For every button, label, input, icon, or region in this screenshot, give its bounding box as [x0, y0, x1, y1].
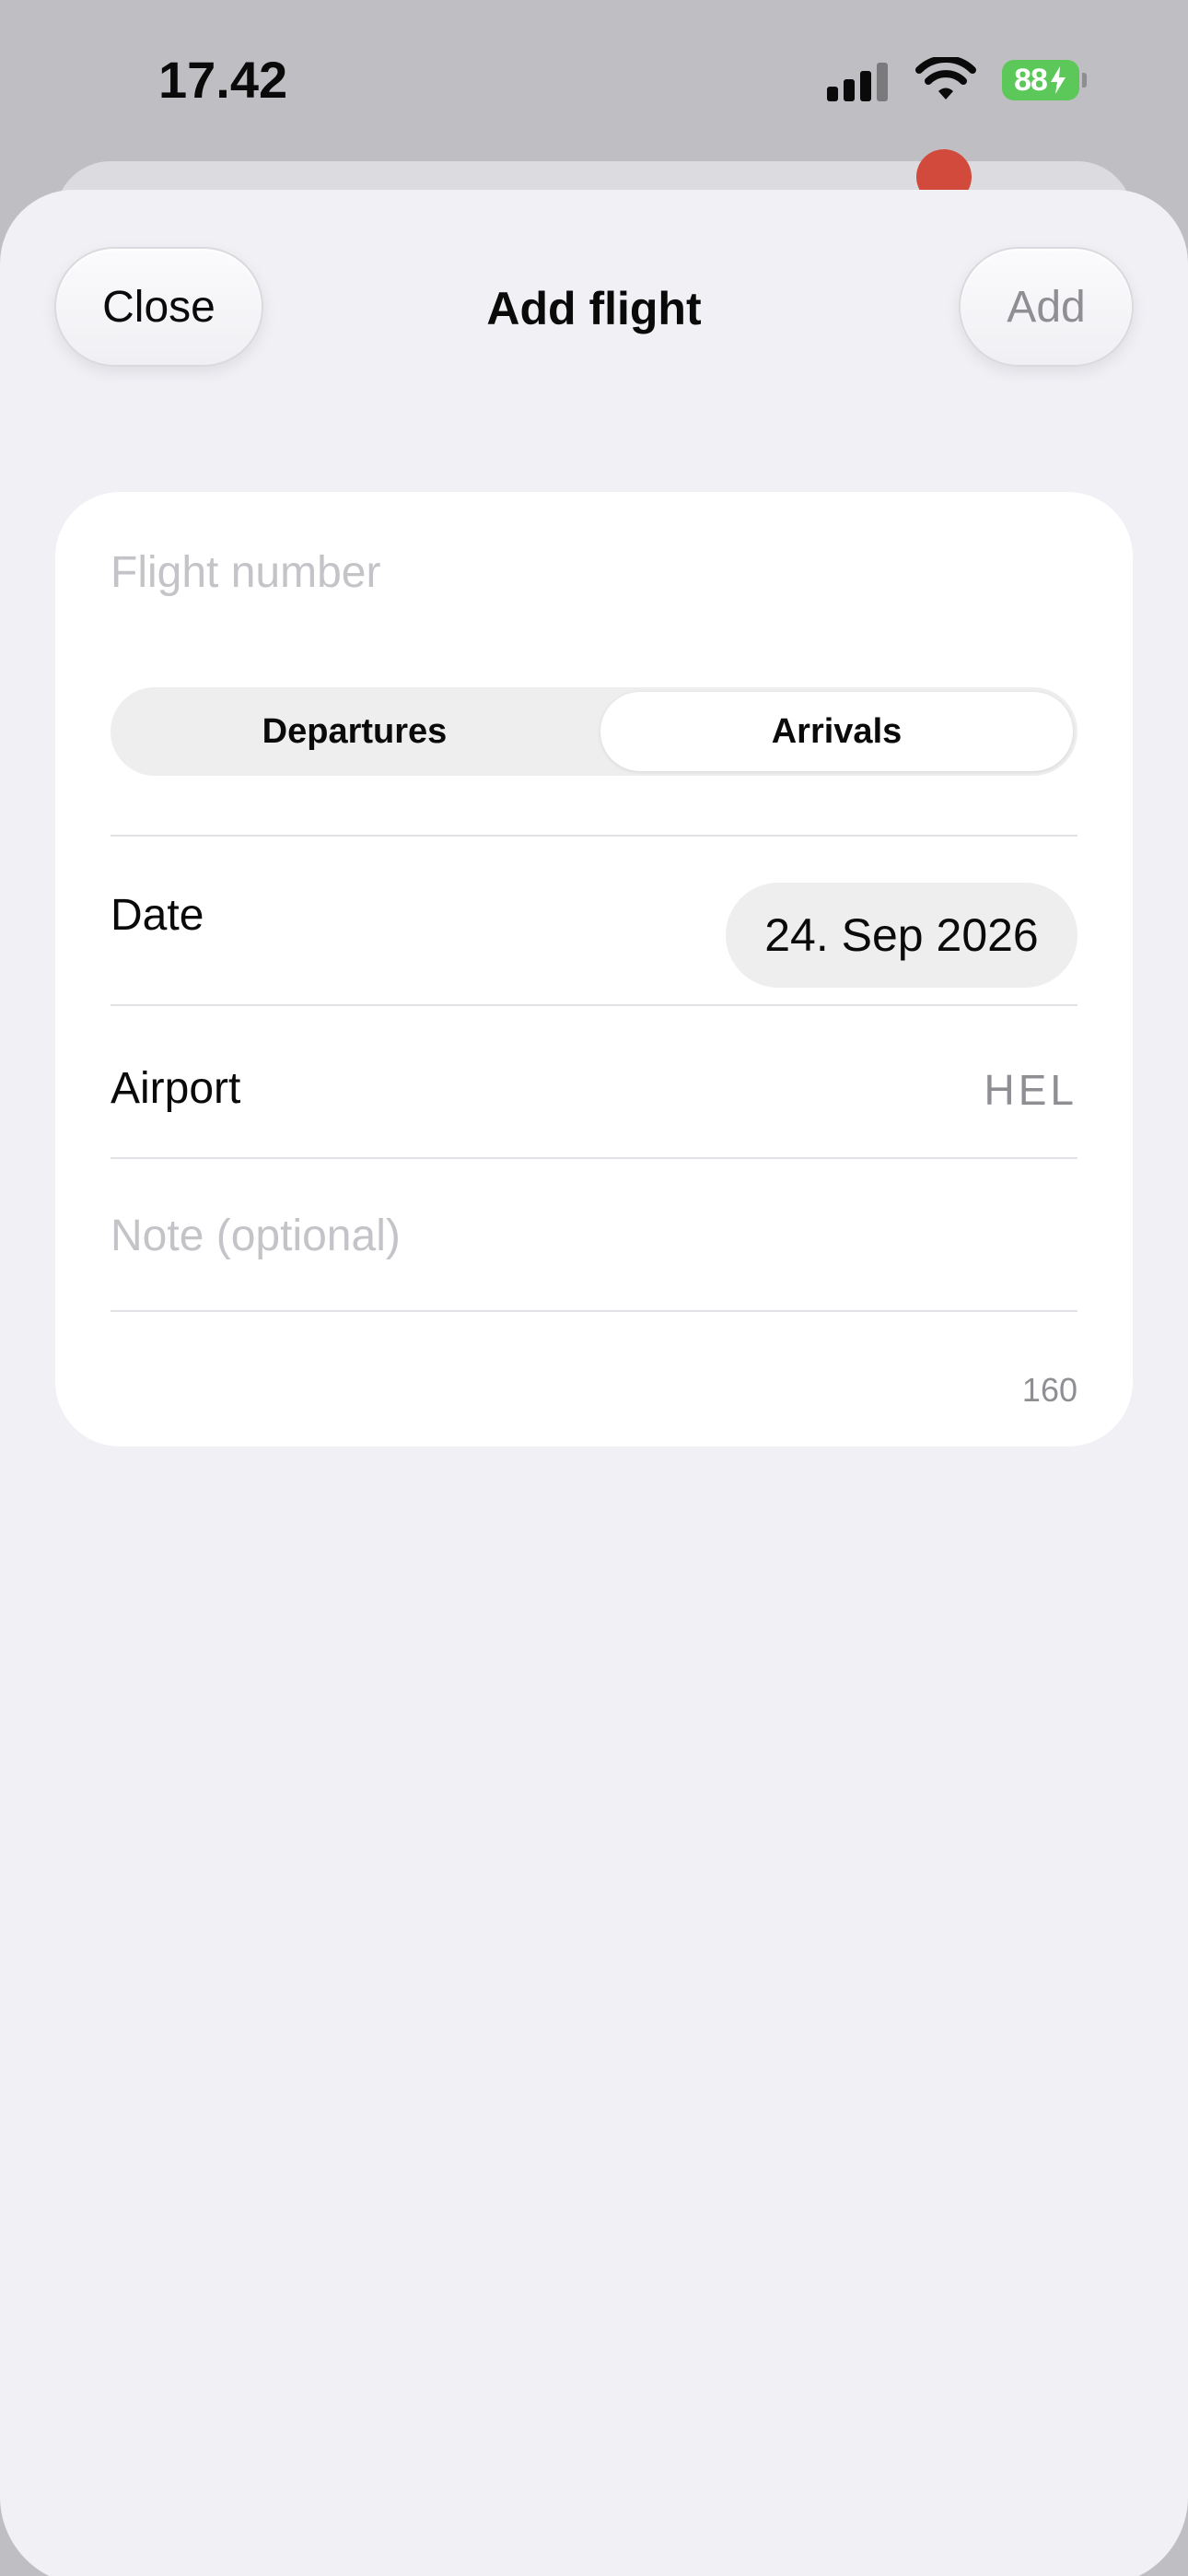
- cellular-signal-icon: [827, 59, 890, 101]
- date-picker-button[interactable]: 24. Sep 2026: [726, 883, 1077, 988]
- charging-bolt-icon: [1050, 66, 1066, 94]
- status-icons: 88: [827, 57, 1087, 103]
- divider: [111, 835, 1077, 837]
- airport-value[interactable]: HEL: [984, 1065, 1077, 1115]
- segment-arrivals[interactable]: Arrivals: [600, 692, 1073, 771]
- battery-level: 88: [1014, 62, 1048, 98]
- note-character-count: 160: [1021, 1371, 1077, 1409]
- date-label: Date: [111, 891, 204, 940]
- flight-form-card: Departures Arrivals Date 24. Sep 2026 Ai…: [55, 492, 1133, 1446]
- airport-label: Airport: [111, 1064, 241, 1113]
- segment-departures[interactable]: Departures: [115, 692, 594, 771]
- flight-number-input[interactable]: [111, 540, 1077, 604]
- wifi-icon: [915, 57, 976, 100]
- battery-icon: 88: [1002, 60, 1087, 100]
- note-input[interactable]: [111, 1211, 1077, 1349]
- status-bar: 17.42 88: [0, 0, 1188, 161]
- screen: 17.42 88 Close Add flight Add Flight num…: [0, 0, 1188, 2576]
- direction-segmented-control: Departures Arrivals: [111, 687, 1077, 776]
- divider: [111, 1157, 1077, 1159]
- add-flight-sheet: Close Add flight Add Departures Arrivals…: [0, 190, 1188, 2576]
- status-time: 17.42: [158, 51, 288, 109]
- divider: [111, 1004, 1077, 1006]
- add-button[interactable]: Add: [959, 247, 1134, 367]
